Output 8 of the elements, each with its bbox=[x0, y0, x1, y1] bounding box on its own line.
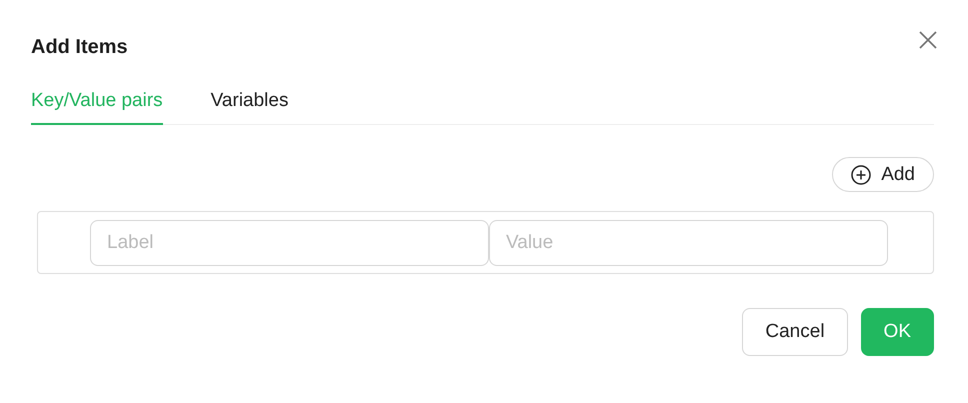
value-field[interactable]: Value bbox=[489, 220, 888, 266]
label-field[interactable]: Label bbox=[90, 220, 489, 266]
close-button[interactable] bbox=[918, 30, 938, 50]
dialog-title: Add Items bbox=[31, 34, 128, 60]
add-button[interactable]: Add bbox=[832, 157, 934, 192]
cancel-button[interactable]: Cancel bbox=[742, 308, 848, 356]
plus-circle-icon bbox=[851, 164, 872, 184]
tab[interactable]: Variables bbox=[210, 90, 288, 125]
